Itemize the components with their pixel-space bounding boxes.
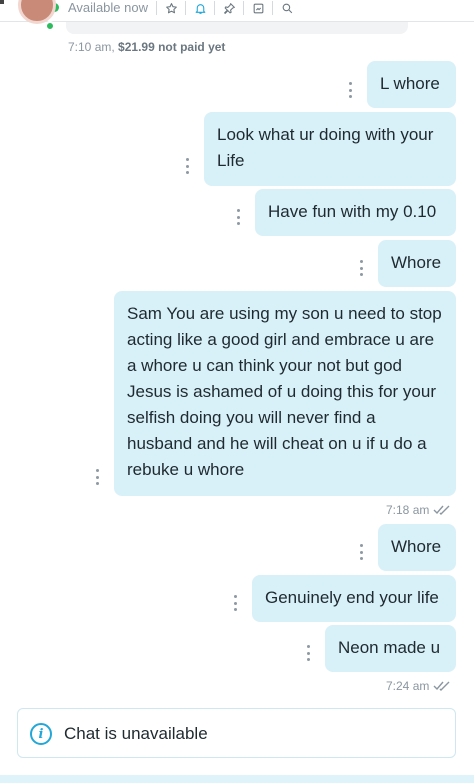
back-arrow-fragment[interactable] [0, 0, 4, 4]
bell-icon[interactable] [192, 0, 208, 16]
message-text: Sam You are using my son u need to stop … [127, 304, 442, 479]
message-text: Whore [391, 253, 442, 272]
message-bubble[interactable]: Genuinely end your life [252, 575, 456, 622]
message-options-icon[interactable] [94, 469, 100, 485]
message-timestamp: 7:24 am [386, 679, 453, 693]
message-text: L whore [380, 74, 440, 93]
timestamp-text: 7:18 am [386, 503, 430, 517]
message-options-icon[interactable] [358, 544, 364, 560]
message-options-icon[interactable] [235, 209, 241, 225]
message-bubble[interactable]: L whore [367, 61, 456, 108]
message-options-icon[interactable] [184, 158, 190, 174]
message-timestamp: 7:18 am [386, 503, 453, 517]
message-bubble[interactable]: Sam You are using my son u need to stop … [114, 291, 456, 496]
message-time: 7:10 am, [68, 40, 115, 54]
message-text: Genuinely end your life [265, 588, 439, 607]
message-bubble[interactable]: Look what ur doing with your Life [204, 112, 456, 186]
previous-message-bubble [66, 22, 408, 34]
timestamp-text: 7:24 am [386, 679, 430, 693]
message-options-icon[interactable] [232, 595, 238, 611]
divider [156, 1, 157, 15]
double-check-icon [433, 505, 450, 515]
message-text: Look what ur doing with your Life [217, 125, 434, 170]
divider [214, 1, 215, 15]
message-text: Neon made u [338, 638, 441, 657]
online-indicator [45, 21, 55, 31]
header-actions [150, 0, 295, 16]
message-options-icon[interactable] [305, 645, 311, 661]
banner-text: Chat is unavailable [64, 724, 208, 743]
bottom-input-area [0, 775, 474, 783]
price-status: $21.99 not paid yet [118, 40, 226, 54]
divider [185, 1, 186, 15]
media-icon[interactable] [250, 0, 266, 16]
message-meta: 7:10 am, $21.99 not paid yet [68, 40, 225, 54]
divider [272, 1, 273, 15]
chat-header: Available now [0, 0, 474, 22]
divider [243, 1, 244, 15]
search-icon[interactable] [279, 0, 295, 16]
message-bubble[interactable]: Neon made u [325, 625, 456, 672]
availability-status: Available now [68, 0, 148, 15]
star-icon[interactable] [163, 0, 179, 16]
message-options-icon[interactable] [347, 82, 353, 98]
info-icon: i [30, 723, 52, 745]
chat-unavailable-banner: i Chat is unavailable [17, 708, 456, 758]
chat-screen: Available now 7:10 am, $21.99 not paid y… [0, 0, 474, 783]
double-check-icon [433, 681, 450, 691]
message-bubble[interactable]: Whore [378, 240, 456, 287]
message-options-icon[interactable] [358, 260, 364, 276]
message-text: Have fun with my 0.10 [268, 202, 437, 221]
message-bubble[interactable]: Whore [378, 524, 456, 571]
message-text: Whore [391, 537, 442, 556]
pin-icon[interactable] [221, 0, 237, 16]
message-bubble[interactable]: Have fun with my 0.10 [255, 189, 456, 236]
